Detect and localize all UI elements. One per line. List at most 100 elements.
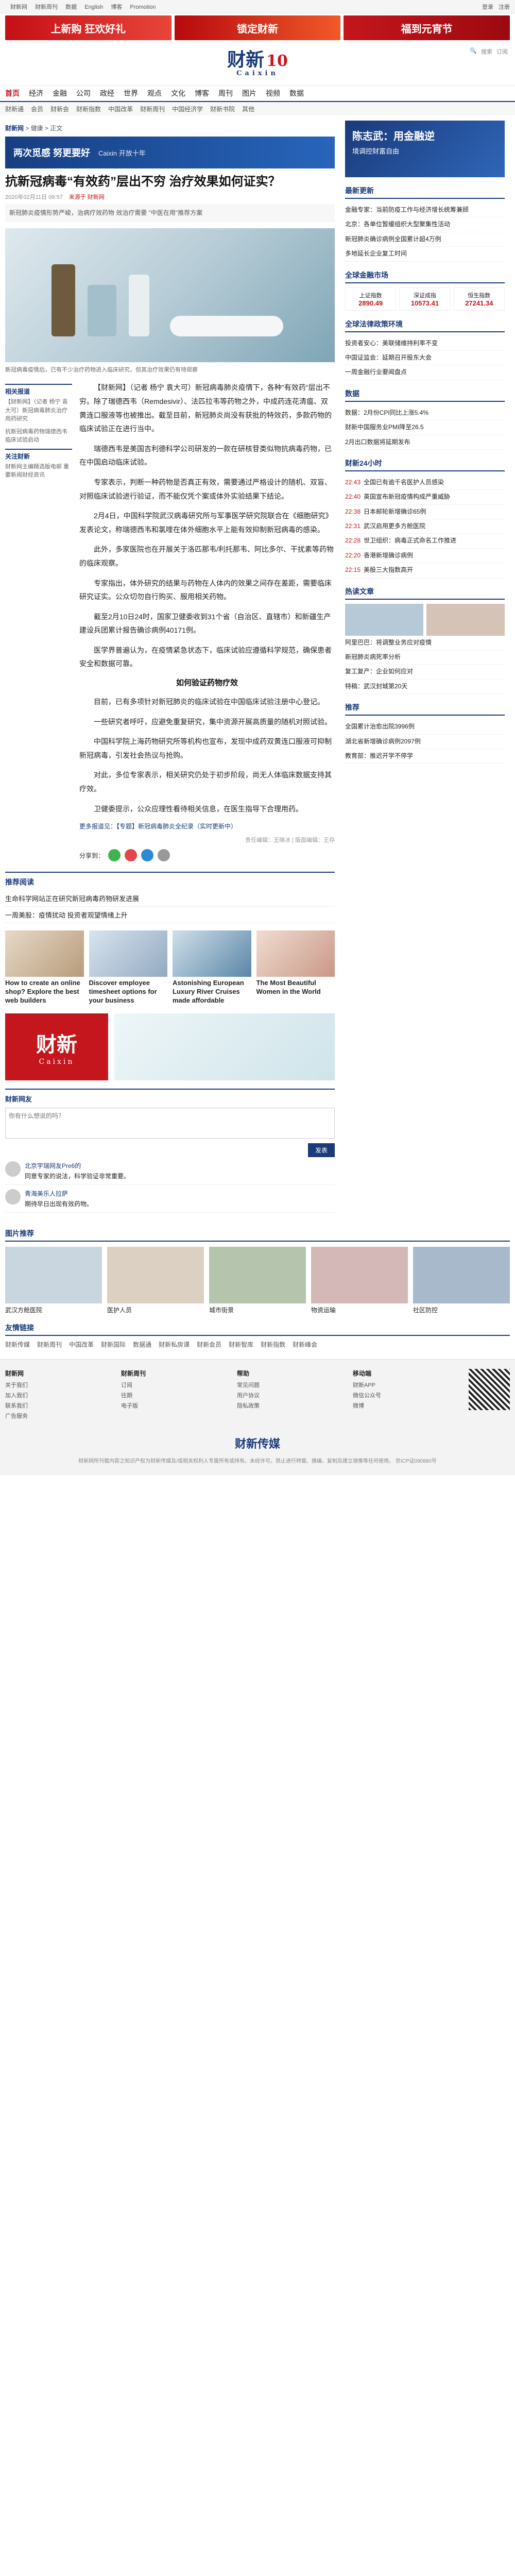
- footer-link[interactable]: 联系我们: [5, 1401, 111, 1410]
- subnav-item[interactable]: 中国改革: [108, 105, 133, 113]
- nav-item[interactable]: 金融: [53, 88, 67, 98]
- search-icon[interactable]: 🔍: [470, 47, 477, 56]
- footer-link[interactable]: 微博: [353, 1401, 458, 1410]
- crumb-site[interactable]: 财新网: [5, 125, 24, 132]
- side-link[interactable]: 【财新网】（记者 杨宁 袁大可）新冠病毒肺炎治疗用药研究: [5, 398, 72, 423]
- list-item[interactable]: 新冠肺炎确诊病例全国累计超4万例: [345, 232, 505, 247]
- friend-link[interactable]: 财新周刊: [37, 1340, 62, 1349]
- list-item[interactable]: 湖北省新增确诊病例2097例: [345, 735, 505, 749]
- list-item[interactable]: 全国累计治愈出院3996例: [345, 720, 505, 735]
- friend-link[interactable]: 中国改革: [69, 1340, 94, 1349]
- site-logo[interactable]: 财新 10 Caixin: [227, 50, 288, 77]
- wechat-share-icon[interactable]: [108, 849, 121, 862]
- sponsored-item[interactable]: How to create an online shop? Explore th…: [5, 930, 84, 1005]
- login-link[interactable]: 登录: [482, 3, 493, 11]
- subnav-item[interactable]: 财新指数: [76, 105, 101, 113]
- footer-link[interactable]: 订阅: [121, 1381, 227, 1389]
- list-item[interactable]: 阿里巴巴：将调整业务应对疫情: [345, 636, 505, 651]
- picture-item[interactable]: 武汉方舱医院: [5, 1246, 102, 1314]
- comment-submit-button[interactable]: 发表: [307, 1143, 335, 1157]
- market-tile[interactable]: 恒生指数 27241.34: [453, 287, 505, 311]
- list-item[interactable]: 22:40 英国宣布新冠疫情构成严重威胁: [345, 490, 505, 505]
- friend-link[interactable]: 财新私房课: [159, 1340, 190, 1349]
- list-item[interactable]: 数据：2月份CPI同比上涨5.4%: [345, 406, 505, 421]
- nav-item[interactable]: 世界: [124, 88, 138, 98]
- friend-link[interactable]: 数据通: [133, 1340, 151, 1349]
- list-item[interactable]: 中国证监会：延期召开股东大会: [345, 351, 505, 366]
- search-link[interactable]: 搜索: [481, 47, 492, 56]
- related-item[interactable]: 生命科学网站正在研究新冠病毒药物研发进展: [5, 890, 335, 907]
- promo-banner[interactable]: 上新购 狂欢好礼: [5, 15, 171, 40]
- related-item[interactable]: 一周美股：疫情扰动 投资者观望情绪上升: [5, 907, 335, 924]
- footer-link[interactable]: 广告服务: [5, 1412, 111, 1420]
- list-item[interactable]: 金融专家：当前防疫工作与经济增长统筹兼顾: [345, 203, 505, 218]
- list-item[interactable]: 投资者安心：美联储维持利率不变: [345, 336, 505, 351]
- more-share-icon[interactable]: [158, 849, 170, 862]
- register-link[interactable]: 注册: [499, 3, 510, 11]
- picture-item[interactable]: 医护人员: [107, 1246, 204, 1314]
- friend-link[interactable]: 财新峰会: [293, 1340, 317, 1349]
- nav-item[interactable]: 视频: [266, 88, 280, 98]
- friend-link[interactable]: 财新智库: [229, 1340, 253, 1349]
- comment-input[interactable]: [5, 1107, 335, 1139]
- top-link[interactable]: 财新网: [10, 4, 27, 10]
- footer-link[interactable]: 电子版: [121, 1401, 227, 1410]
- list-item[interactable]: 复工复产：企业如何应对: [345, 665, 505, 680]
- footer-link[interactable]: 往期: [121, 1391, 227, 1399]
- top-link[interactable]: Promotion: [130, 4, 156, 10]
- subnav-item[interactable]: 其他: [242, 105, 254, 113]
- nav-item[interactable]: 博客: [195, 88, 209, 98]
- top-link[interactable]: 财新周刊: [35, 4, 58, 10]
- sponsored-item[interactable]: Astonishing European Luxury River Cruise…: [173, 930, 251, 1005]
- market-tile[interactable]: 深证成指 10573.41: [399, 287, 451, 311]
- subnav-item[interactable]: 财新书院: [210, 105, 235, 113]
- sidebar-ad[interactable]: 陈志武：用金融逆 境调控财富自由: [345, 121, 505, 177]
- list-item[interactable]: 北京：各单位暂缓组织大型聚集性活动: [345, 217, 505, 232]
- list-item[interactable]: 22:38 日本邮轮新增确诊65例: [345, 505, 505, 520]
- nav-item[interactable]: 观点: [147, 88, 162, 98]
- friend-link[interactable]: 财新指数: [261, 1340, 285, 1349]
- subnav-item[interactable]: 财新通: [5, 105, 24, 113]
- footer-link[interactable]: 财新APP: [353, 1381, 458, 1389]
- nav-item[interactable]: 政经: [100, 88, 114, 98]
- list-item[interactable]: 一周金融行业要闻盘点: [345, 365, 505, 380]
- nav-item[interactable]: 公司: [76, 88, 91, 98]
- nav-item[interactable]: 图片: [242, 88, 256, 98]
- picture-item[interactable]: 城市街景: [209, 1246, 306, 1314]
- footer-link[interactable]: 微信公众号: [353, 1391, 458, 1399]
- list-item[interactable]: 财新中国服务业PMI降至26.5: [345, 420, 505, 435]
- sponsored-item[interactable]: The Most Beautiful Women in the World: [256, 930, 335, 1005]
- promo-banner[interactable]: 福到元宵节: [344, 15, 510, 40]
- nav-item[interactable]: 经济: [29, 88, 43, 98]
- nav-item[interactable]: 首页: [5, 88, 20, 98]
- nav-item[interactable]: 文化: [171, 88, 185, 98]
- top-link[interactable]: 博客: [111, 4, 122, 10]
- nav-item[interactable]: 周刊: [218, 88, 233, 98]
- subnav-item[interactable]: 财新会: [50, 105, 69, 113]
- caixin-promo[interactable]: 财新 Caixin: [5, 1013, 335, 1080]
- crumb-cat[interactable]: 健康: [31, 125, 43, 132]
- article-top-ad[interactable]: 两次觅感 努更要好 Caixin 开放十年: [5, 137, 335, 168]
- subscribe-link[interactable]: 订阅: [496, 47, 508, 56]
- top-link[interactable]: 数据: [65, 4, 77, 10]
- footer-link[interactable]: 加入我们: [5, 1391, 111, 1399]
- comment-author[interactable]: 北京宇瑞网友Pre6的: [25, 1161, 130, 1170]
- list-item[interactable]: 22:43 全国已有逾千名医护人员感染: [345, 476, 505, 490]
- qq-share-icon[interactable]: [141, 849, 154, 862]
- market-tile[interactable]: 上证指数 2890.49: [345, 287, 397, 311]
- friend-link[interactable]: 财新国际: [101, 1340, 126, 1349]
- top-link[interactable]: English: [84, 4, 103, 10]
- footer-link[interactable]: 用户协议: [237, 1391, 342, 1399]
- picture-item[interactable]: 社区防控: [413, 1246, 510, 1314]
- footer-link[interactable]: 隐私政策: [237, 1401, 342, 1410]
- picture-item[interactable]: 物资运输: [311, 1246, 408, 1314]
- list-item[interactable]: 教育部：推迟开学不停学: [345, 749, 505, 764]
- weibo-share-icon[interactable]: [125, 849, 138, 862]
- list-item[interactable]: 22:15 美股三大指数高开: [345, 563, 505, 578]
- subnav-item[interactable]: 财新周刊: [140, 105, 165, 113]
- side-link[interactable]: 财新网主编精选版电邮 重要新闻财经资讯: [5, 463, 72, 480]
- list-item[interactable]: 多地延长企业复工时间: [345, 247, 505, 262]
- sponsored-item[interactable]: Discover employee timesheet options for …: [89, 930, 167, 1005]
- subnav-item[interactable]: 中国经济学: [172, 105, 203, 113]
- list-item[interactable]: 22:31 武汉启用更多方舱医院: [345, 519, 505, 534]
